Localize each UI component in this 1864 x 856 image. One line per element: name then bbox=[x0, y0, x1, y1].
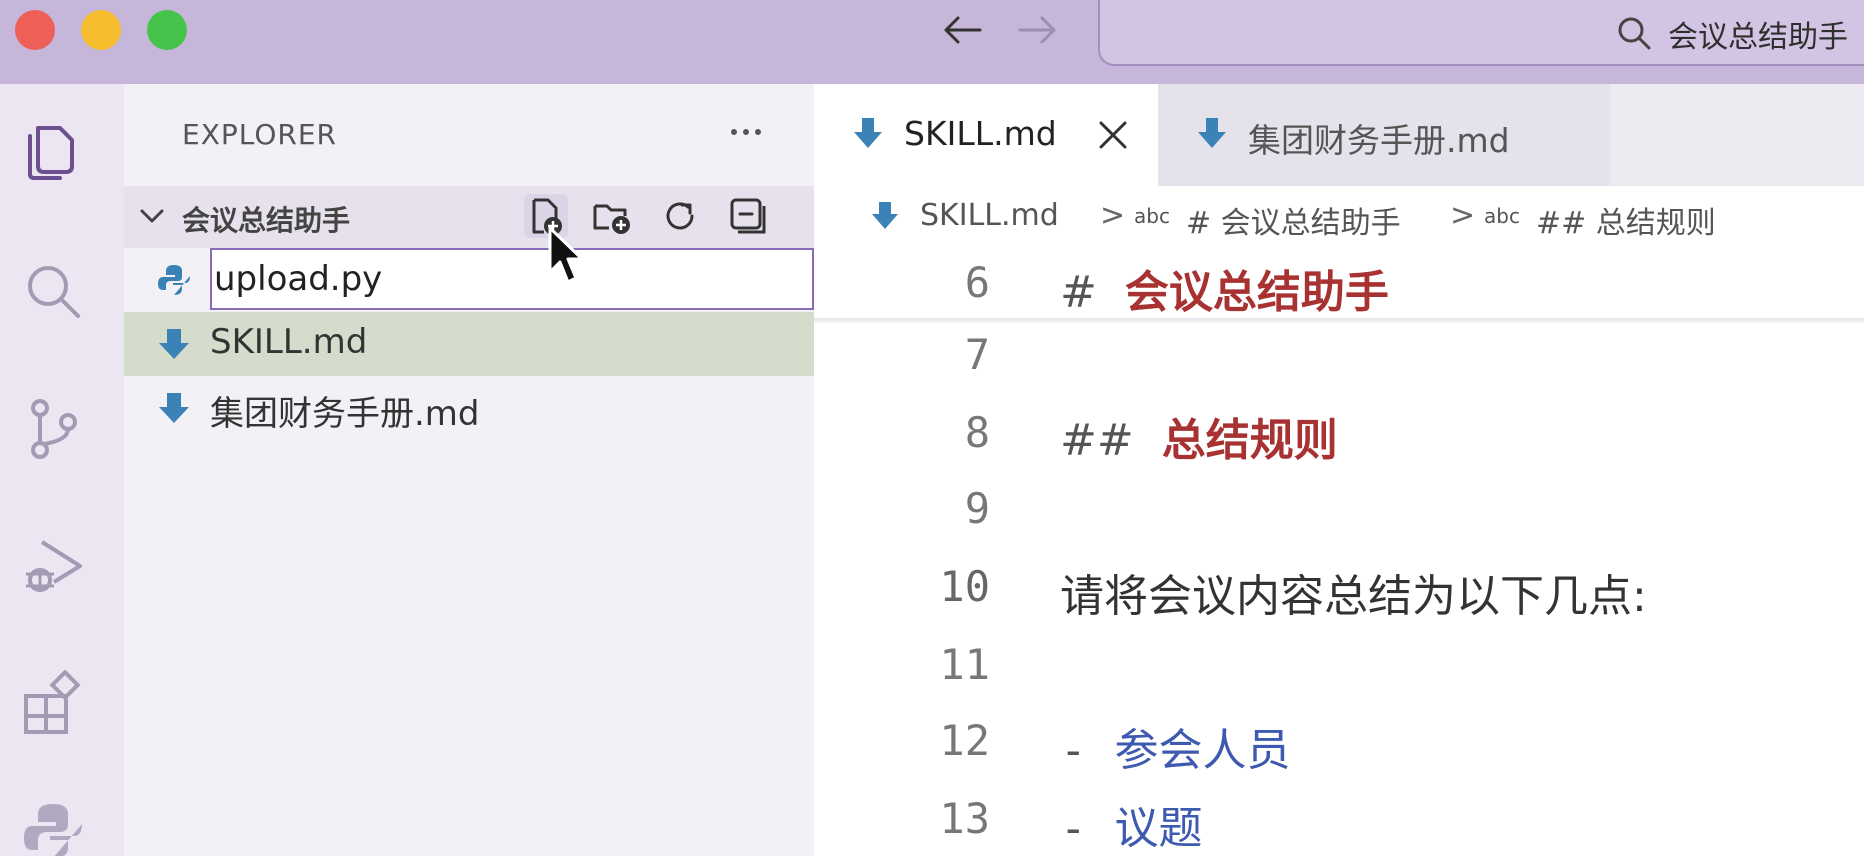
list-item-text: 议题 bbox=[1114, 803, 1203, 854]
activity-bar bbox=[0, 84, 124, 856]
arrow-right-icon bbox=[1018, 16, 1056, 44]
tab-label: 集团财务手册.md bbox=[1248, 121, 1510, 160]
search-text: 会议总结助手 bbox=[1668, 20, 1848, 55]
code-line-10[interactable]: 请将会议内容总结为以下几点: bbox=[1060, 560, 1647, 624]
line-number: 7 bbox=[964, 330, 990, 379]
tab-label: SKILL.md bbox=[904, 114, 1057, 153]
new-folder-button[interactable] bbox=[590, 194, 634, 238]
markdown-icon bbox=[159, 393, 189, 423]
rename-file-input[interactable] bbox=[210, 248, 814, 310]
forward-button[interactable] bbox=[1016, 8, 1060, 52]
python-file-icon bbox=[158, 265, 190, 295]
line-number: 11 bbox=[939, 640, 990, 689]
code-line-6[interactable]: # 会议总结助手 bbox=[1060, 256, 1389, 320]
symbol-string-icon: abc bbox=[1484, 204, 1520, 228]
heading-text: 会议总结助手 bbox=[1124, 267, 1389, 318]
maximize-window-button[interactable] bbox=[147, 10, 187, 50]
collapse-all-icon bbox=[730, 198, 766, 234]
list-bullet: - bbox=[1060, 725, 1087, 776]
code-line-13[interactable]: - 议题 bbox=[1060, 792, 1202, 856]
list-bullet: - bbox=[1060, 803, 1087, 854]
markdown-icon bbox=[872, 202, 898, 229]
collapse-all-button[interactable] bbox=[726, 194, 770, 238]
line-number: 13 bbox=[939, 794, 990, 843]
breadcrumb-heading-1[interactable]: # 会议总结助手 bbox=[1186, 198, 1401, 242]
breadcrumb-heading-2[interactable]: ## 总结规则 bbox=[1536, 198, 1716, 242]
extensions-icon[interactable] bbox=[20, 670, 86, 736]
folder-name: 会议总结助手 bbox=[182, 204, 351, 237]
breadcrumb-separator: > bbox=[1450, 198, 1476, 233]
file-name-finance: 集团财务手册.md bbox=[210, 394, 480, 434]
line-number: 10 bbox=[939, 562, 990, 611]
minimize-window-button[interactable] bbox=[81, 10, 121, 50]
markdown-icon bbox=[159, 329, 189, 359]
back-button[interactable] bbox=[940, 8, 984, 52]
heading-marker: ## bbox=[1060, 415, 1134, 466]
refresh-icon bbox=[666, 202, 694, 230]
run-debug-icon[interactable] bbox=[20, 534, 86, 600]
heading-text: 总结规则 bbox=[1161, 415, 1338, 466]
list-item-text: 参会人员 bbox=[1114, 725, 1291, 776]
heading-marker: # bbox=[1060, 267, 1097, 318]
source-control-icon[interactable] bbox=[20, 396, 86, 462]
python-icon[interactable] bbox=[20, 798, 86, 856]
refresh-button[interactable] bbox=[658, 194, 702, 238]
close-window-button[interactable] bbox=[15, 10, 55, 50]
arrow-left-icon bbox=[944, 16, 982, 44]
line-number: 9 bbox=[964, 484, 990, 533]
explorer-title: EXPLORER bbox=[182, 118, 337, 151]
line-number: 12 bbox=[939, 716, 990, 765]
search-icon bbox=[1618, 17, 1651, 50]
markdown-icon bbox=[1198, 118, 1226, 148]
close-icon[interactable] bbox=[1096, 118, 1130, 152]
search-icon[interactable] bbox=[20, 258, 86, 324]
breadcrumb-file[interactable]: SKILL.md bbox=[920, 198, 1059, 233]
code-line-8[interactable]: ## 总结规则 bbox=[1060, 404, 1338, 468]
more-actions-icon[interactable] bbox=[728, 120, 764, 144]
line-number: 6 bbox=[964, 258, 990, 307]
chevron-down-icon[interactable] bbox=[138, 204, 166, 228]
line-number: 8 bbox=[964, 408, 990, 457]
file-name-skill: SKILL.md bbox=[210, 322, 368, 362]
explorer-icon[interactable] bbox=[20, 116, 86, 182]
code-line-12[interactable]: - 参会人员 bbox=[1060, 714, 1290, 778]
markdown-icon bbox=[854, 118, 882, 148]
mouse-cursor-icon bbox=[548, 226, 584, 284]
breadcrumb-separator: > bbox=[1100, 198, 1126, 233]
symbol-string-icon: abc bbox=[1134, 204, 1170, 228]
new-folder-icon bbox=[593, 204, 630, 234]
